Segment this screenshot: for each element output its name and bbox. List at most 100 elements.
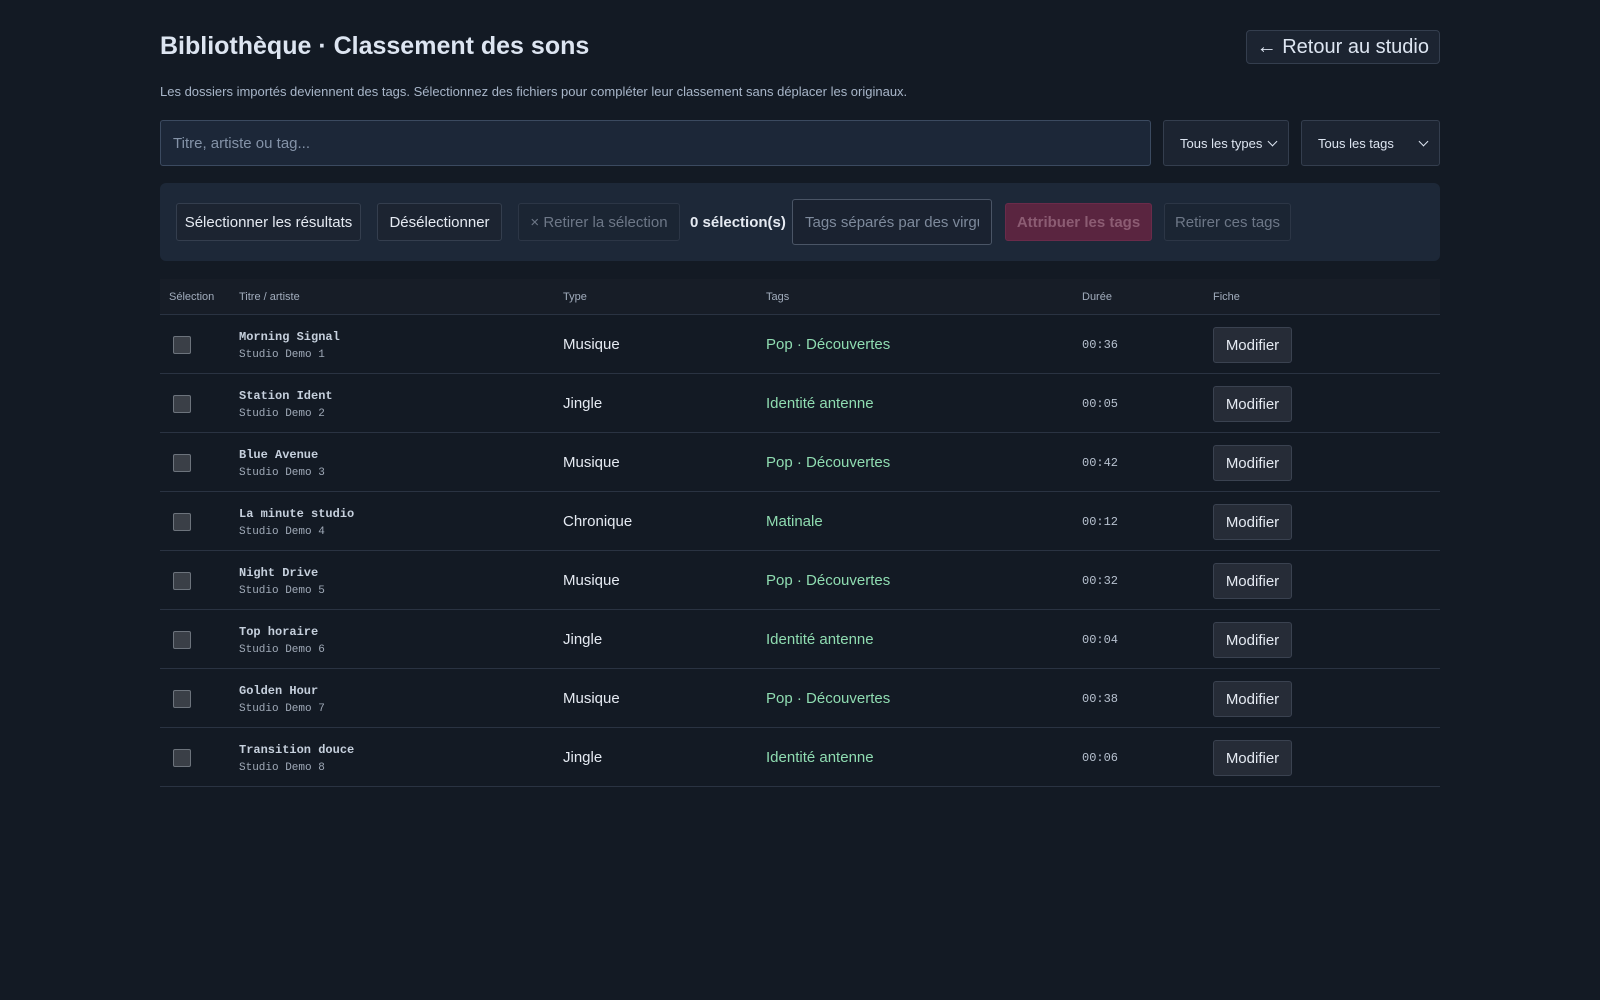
page-header: Bibliothèque · Classement des sons ← Ret… (160, 0, 1440, 82)
duration-cell: 00:04 (1082, 632, 1119, 647)
tag-filter-value: Tous les tags (1318, 135, 1394, 151)
tags-cell: Identité antenne (766, 749, 874, 766)
track-artist: Studio Demo 1 (239, 349, 325, 361)
track-title: La minute studio (239, 507, 355, 521)
column-header-type: Type (563, 291, 587, 303)
row-checkbox[interactable] (173, 690, 191, 708)
tags-cell: Identité antenne (766, 395, 874, 412)
edit-button[interactable]: Modifier (1213, 386, 1292, 422)
title-cell: Golden Hour Studio Demo 7 (239, 684, 325, 715)
edit-button[interactable]: Modifier (1213, 563, 1292, 599)
column-header-selection: Sélection (169, 291, 215, 303)
duration-cell: 00:32 (1082, 573, 1119, 588)
edit-button[interactable]: Modifier (1213, 445, 1292, 481)
duration-cell: 00:06 (1082, 750, 1119, 765)
row-checkbox[interactable] (173, 513, 191, 531)
type-cell: Musique (563, 572, 620, 589)
tag-filter-select[interactable]: Tous les tags (1301, 120, 1440, 166)
track-title: Night Drive (239, 566, 319, 580)
duration-cell: 00:05 (1082, 396, 1119, 411)
track-title: Top horaire (239, 625, 319, 639)
tags-cell: Pop · Découvertes (766, 572, 891, 589)
track-title: Station Ident (239, 389, 333, 403)
title-cell: Transition douce Studio Demo 8 (239, 743, 354, 774)
title-cell: Blue Avenue Studio Demo 3 (239, 448, 325, 479)
edit-button[interactable]: Modifier (1213, 622, 1292, 658)
track-artist: Studio Demo 3 (239, 467, 325, 479)
type-filter-value: Tous les types (1180, 135, 1263, 151)
tags-cell: Matinale (766, 513, 823, 530)
duration-cell: 00:12 (1082, 514, 1119, 529)
chevron-down-icon (1267, 136, 1278, 146)
tags-cell: Pop · Découvertes (766, 336, 891, 353)
row-checkbox[interactable] (173, 572, 191, 590)
track-artist: Studio Demo 4 (239, 526, 325, 538)
type-cell: Jingle (563, 749, 603, 766)
table-body: Morning Signal Studio Demo 1 Musique Pop… (160, 315, 1440, 787)
assign-tags-button[interactable]: Attribuer les tags (1005, 203, 1152, 241)
column-header-title: Titre / artiste (239, 291, 300, 303)
column-header-tags: Tags (766, 291, 790, 303)
page-title: Bibliothèque · Classement des sons (160, 32, 590, 60)
type-cell: Musique (563, 690, 620, 707)
table-header: Sélection Titre / artiste Type Tags Duré… (160, 279, 1440, 315)
track-artist: Studio Demo 8 (239, 762, 325, 774)
column-header-duration: Durée (1082, 291, 1112, 303)
track-artist: Studio Demo 5 (239, 585, 325, 597)
filter-bar: Tous les types Tous les tags (160, 120, 1440, 166)
edit-button[interactable]: Modifier (1213, 681, 1292, 717)
row-checkbox[interactable] (173, 454, 191, 472)
type-cell: Musique (563, 454, 620, 471)
edit-button[interactable]: Modifier (1213, 327, 1292, 363)
page-subtitle: Les dossiers importés deviennent des tag… (160, 84, 908, 99)
row-checkbox[interactable] (173, 631, 191, 649)
remove-tags-button[interactable]: Retirer ces tags (1164, 203, 1291, 241)
table-row: Station Ident Studio Demo 2 Jingle Ident… (160, 374, 1440, 433)
type-filter-select[interactable]: Tous les types (1163, 120, 1289, 166)
table-row: Night Drive Studio Demo 5 Musique Pop · … (160, 551, 1440, 610)
sounds-table: Sélection Titre / artiste Type Tags Duré… (160, 279, 1440, 787)
table-row: La minute studio Studio Demo 4 Chronique… (160, 492, 1440, 551)
deselect-button[interactable]: Désélectionner (377, 203, 502, 241)
track-title: Transition douce (239, 743, 355, 757)
track-title: Golden Hour (239, 684, 319, 698)
bulk-actions-toolbar: Sélectionner les résultats Désélectionne… (160, 183, 1440, 261)
type-cell: Musique (563, 336, 620, 353)
table-row: Top horaire Studio Demo 6 Jingle Identit… (160, 610, 1440, 669)
row-checkbox[interactable] (173, 749, 191, 767)
table-row: Morning Signal Studio Demo 1 Musique Pop… (160, 315, 1440, 374)
back-to-studio-button[interactable]: ← Retour au studio (1245, 30, 1440, 64)
type-cell: Chronique (563, 513, 633, 530)
tags-input[interactable] (792, 199, 992, 245)
library-page: Bibliothèque · Classement des sons ← Ret… (160, 0, 1440, 787)
select-results-button[interactable]: Sélectionner les résultats (176, 203, 361, 241)
remove-selection-button[interactable]: × Retirer la sélection (518, 203, 680, 241)
row-checkbox[interactable] (173, 395, 191, 413)
type-cell: Jingle (563, 631, 603, 648)
title-cell: La minute studio Studio Demo 4 (239, 507, 354, 538)
track-artist: Studio Demo 6 (239, 644, 325, 656)
table-row: Transition douce Studio Demo 8 Jingle Id… (160, 728, 1440, 787)
table-row: Blue Avenue Studio Demo 3 Musique Pop · … (160, 433, 1440, 492)
duration-cell: 00:38 (1082, 691, 1119, 706)
edit-button[interactable]: Modifier (1213, 740, 1292, 776)
duration-cell: 00:42 (1082, 455, 1119, 470)
chevron-down-icon (1418, 136, 1429, 146)
title-cell: Morning Signal Studio Demo 1 (239, 330, 340, 361)
edit-button[interactable]: Modifier (1213, 504, 1292, 540)
duration-cell: 00:36 (1082, 337, 1119, 352)
type-cell: Jingle (563, 395, 603, 412)
track-title: Morning Signal (239, 330, 340, 344)
tags-cell: Identité antenne (766, 631, 874, 648)
tags-cell: Pop · Découvertes (766, 454, 891, 471)
column-header-sheet: Fiche (1213, 291, 1240, 303)
track-artist: Studio Demo 7 (239, 703, 325, 715)
track-artist: Studio Demo 2 (239, 408, 325, 420)
title-cell: Station Ident Studio Demo 2 (239, 389, 333, 420)
selection-count: 0 sélection(s) (690, 213, 786, 231)
track-title: Blue Avenue (239, 448, 319, 462)
tags-cell: Pop · Découvertes (766, 690, 891, 707)
row-checkbox[interactable] (173, 336, 191, 354)
search-input[interactable] (160, 120, 1151, 166)
title-cell: Night Drive Studio Demo 5 (239, 566, 325, 597)
